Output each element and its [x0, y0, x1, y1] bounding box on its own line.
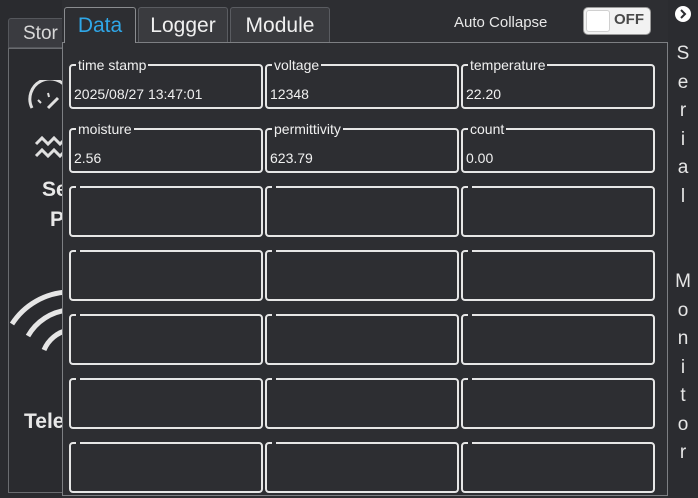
- data-cell-moisture: moisture 2.56: [69, 122, 263, 173]
- data-cell-value: 22.20: [466, 86, 502, 102]
- data-popup-window: Data Logger Module Auto Collapse OFF tim…: [62, 0, 668, 498]
- serial-monitor-strip[interactable]: SerialMonitor: [668, 0, 698, 498]
- data-cell-label: permittivity: [274, 121, 341, 137]
- data-cell-value: 2.56: [74, 150, 102, 166]
- tab-module[interactable]: Module: [230, 7, 330, 42]
- serial-monitor-letter: [668, 240, 698, 269]
- tab-logger[interactable]: Logger: [138, 7, 228, 42]
- serial-monitor-letter: r: [679, 442, 687, 463]
- empty-data-cell: [265, 442, 459, 493]
- serial-monitor-letter: r: [679, 100, 687, 121]
- tab-data[interactable]: Data: [64, 7, 136, 43]
- empty-data-cell: [461, 186, 655, 237]
- empty-data-cell: [461, 378, 655, 429]
- data-cell-permittivity: permittivity 623.79: [265, 122, 459, 173]
- empty-data-cell: [265, 250, 459, 301]
- empty-data-cell: [265, 314, 459, 365]
- serial-monitor-letter: M: [675, 271, 691, 292]
- toggle-knob: [586, 10, 610, 32]
- empty-data-cell: [461, 442, 655, 493]
- empty-data-cell: [69, 442, 263, 493]
- expand-icon[interactable]: [675, 6, 691, 22]
- auto-collapse-label: Auto Collapse: [454, 14, 548, 31]
- data-cell-time-stamp: time stamp 2025/08/27 13:47:01: [69, 58, 263, 109]
- data-grid: time stamp 2025/08/27 13:47:01 voltage 1…: [69, 58, 655, 493]
- serial-monitor-letter: i: [680, 128, 686, 150]
- tab-strip: Data Logger Module Auto Collapse OFF: [62, 0, 668, 43]
- serial-monitor-letter: o: [677, 413, 689, 435]
- empty-data-cell: [461, 314, 655, 365]
- serial-monitor-letter: e: [677, 71, 689, 93]
- background-app-sidebar: Stor Se P Tele: [0, 0, 68, 498]
- serial-monitor-letter: a: [677, 157, 689, 178]
- data-cell-label: moisture: [78, 121, 132, 137]
- serial-monitor-letter: o: [677, 299, 689, 321]
- empty-data-cell: [69, 186, 263, 237]
- data-cell-label: time stamp: [78, 57, 147, 73]
- serial-monitor-letter: S: [676, 43, 690, 64]
- serial-monitor-letter: t: [680, 385, 686, 406]
- empty-data-cell: [69, 250, 263, 301]
- data-cell-label: voltage: [274, 57, 320, 73]
- data-cell-value: 12348: [270, 86, 309, 102]
- data-cell-value: 2025/08/27 13:47:01: [74, 86, 203, 102]
- empty-data-cell: [265, 186, 459, 237]
- serial-monitor-letter: l: [680, 185, 686, 207]
- data-cell-temperature: temperature 22.20: [461, 58, 655, 109]
- empty-data-cell: [69, 378, 263, 429]
- empty-data-cell: [69, 314, 263, 365]
- data-cell-count: count 0.00: [461, 122, 655, 173]
- data-cell-voltage: voltage 12348: [265, 58, 459, 109]
- data-cell-value: 623.79: [270, 150, 313, 166]
- data-cell-label: count: [470, 121, 505, 137]
- empty-data-cell: [461, 250, 655, 301]
- auto-collapse-toggle[interactable]: OFF: [583, 7, 651, 35]
- serial-monitor-letter: i: [680, 356, 686, 378]
- data-cell-value: 0.00: [466, 150, 494, 166]
- serial-monitor-label: SerialMonitor: [668, 40, 698, 468]
- toggle-state-text: OFF: [614, 11, 644, 28]
- data-panel: time stamp 2025/08/27 13:47:01 voltage 1…: [62, 42, 668, 496]
- background-tab[interactable]: Stor: [8, 18, 68, 48]
- wifi-icon: [9, 289, 68, 352]
- serial-monitor-letter: n: [677, 328, 689, 349]
- data-cell-label: temperature: [470, 57, 546, 73]
- empty-data-cell: [265, 378, 459, 429]
- serial-monitor-letter: [668, 211, 698, 240]
